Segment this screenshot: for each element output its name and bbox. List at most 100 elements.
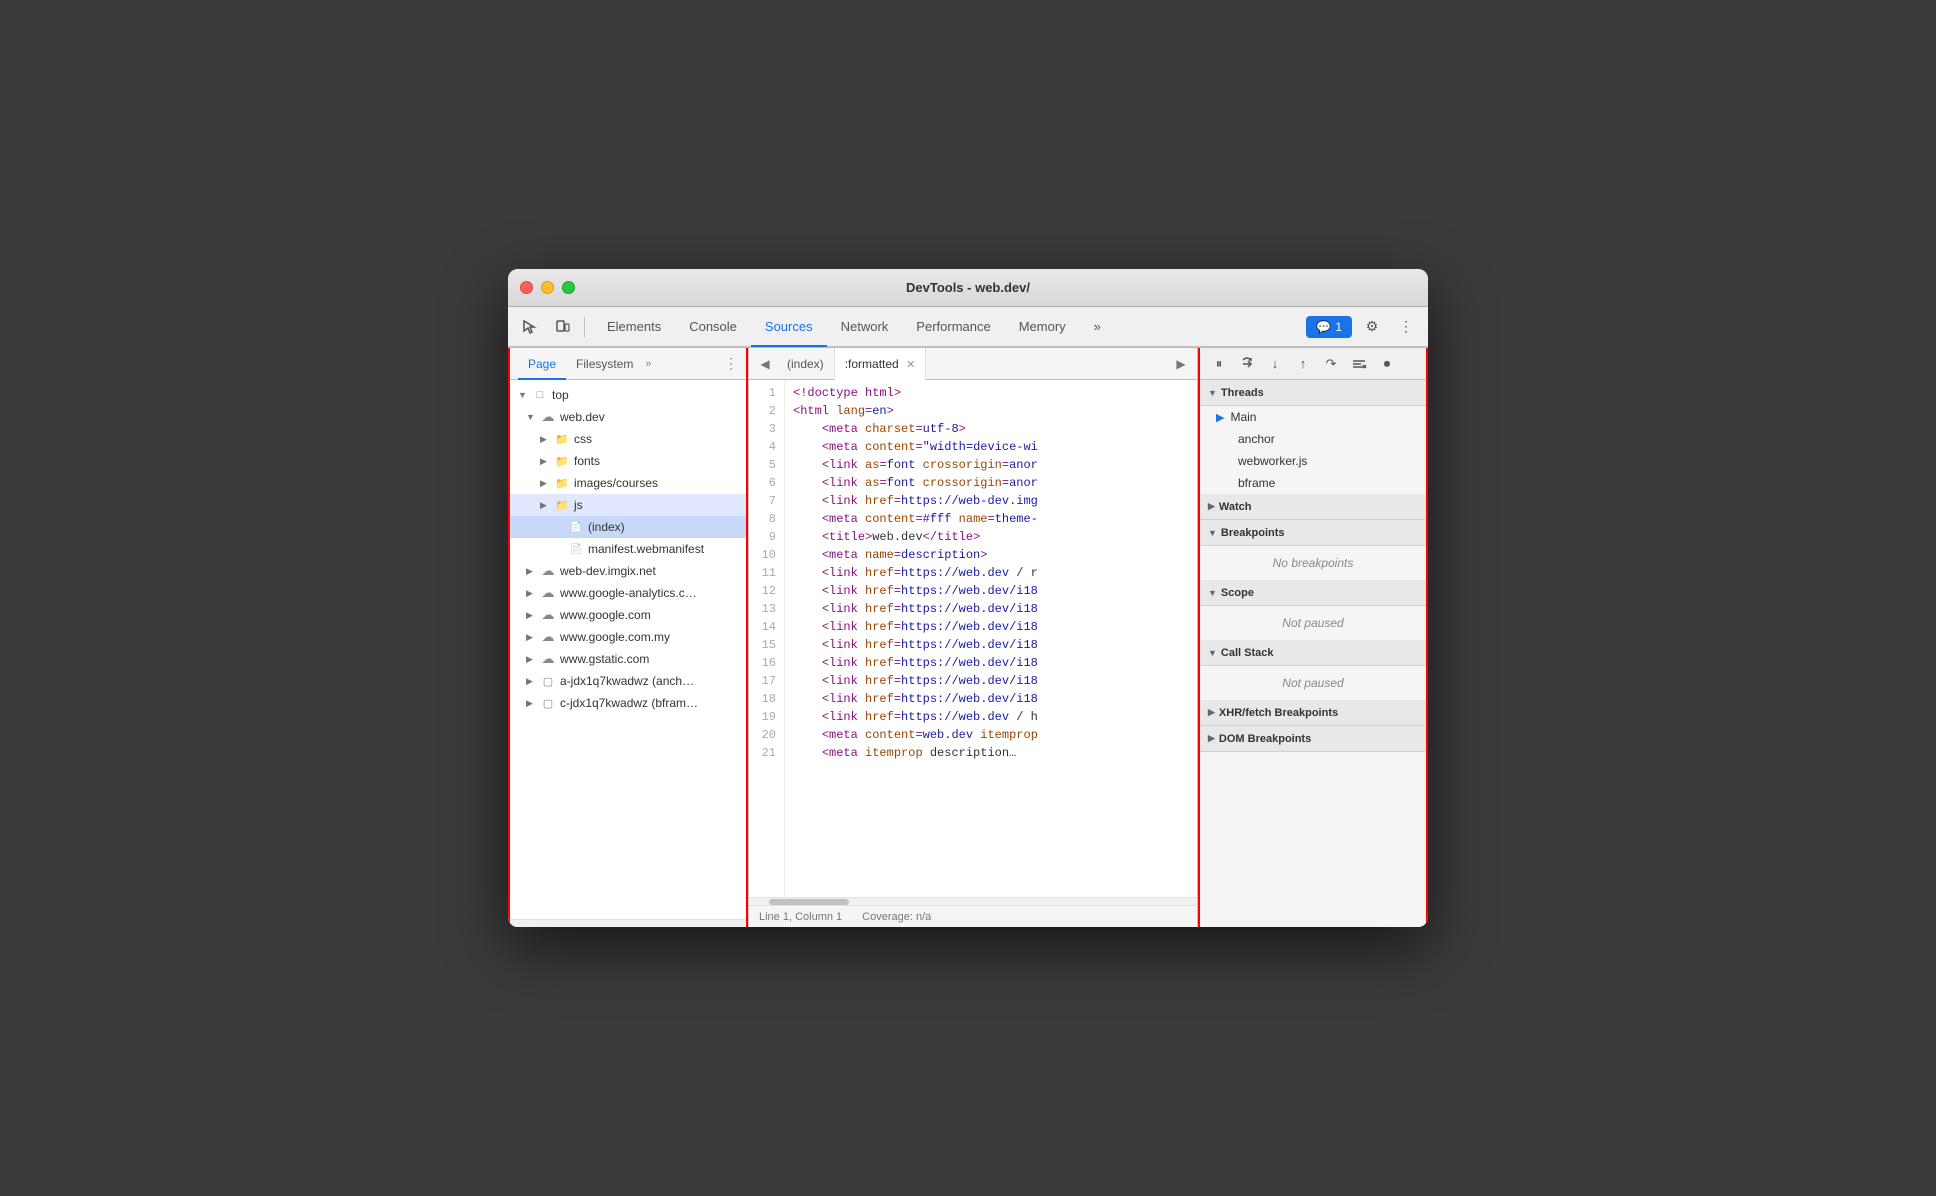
thread-name: anchor (1238, 432, 1275, 446)
tab-more[interactable]: » (1080, 307, 1115, 347)
tree-js[interactable]: ▶ 📁 js (510, 494, 746, 516)
folder-icon: 📁 (554, 497, 570, 513)
tree-google[interactable]: ▶ ☁ www.google.com (510, 604, 746, 626)
pause-button[interactable]: ⏸ (1206, 351, 1232, 377)
editor-scrollbar[interactable] (749, 897, 1197, 905)
tab-next-button[interactable]: ▶ (1169, 352, 1193, 376)
section-label: Threads (1221, 387, 1264, 399)
thread-webworker[interactable]: webworker.js (1200, 450, 1426, 472)
tree-fonts[interactable]: ▶ 📁 fonts (510, 450, 746, 472)
thread-name: webworker.js (1238, 454, 1307, 468)
file-icon: 📄 (568, 541, 584, 557)
arrow-icon: ▼ (518, 390, 532, 400)
file-icon: 📄 (568, 519, 584, 535)
tree-top[interactable]: ▼ □ top (510, 384, 746, 406)
step-out-button[interactable]: ↑ (1290, 351, 1316, 377)
thread-spacer (1216, 478, 1232, 488)
folder-icon: 📁 (554, 431, 570, 447)
tab-close-button[interactable]: ✕ (906, 359, 915, 371)
tree-item-label: (index) (588, 520, 625, 534)
callstack-content: Not paused (1200, 666, 1426, 700)
tree-webdev[interactable]: ▼ ☁ web.dev (510, 406, 746, 428)
more-options-button[interactable]: ⋮ (1392, 313, 1420, 341)
gear-icon: ⚙ (1366, 318, 1379, 335)
close-button[interactable] (520, 281, 533, 294)
messages-button[interactable]: 💬 1 (1306, 316, 1352, 338)
tree-analytics[interactable]: ▶ ☁ www.google-analytics.c… (510, 582, 746, 604)
arrow-icon: ▶ (540, 456, 554, 467)
arrow-icon (554, 522, 568, 532)
tree-manifest[interactable]: 📄 manifest.webmanifest (510, 538, 746, 560)
thread-main[interactable]: ▶ Main (1200, 406, 1426, 428)
tab-page[interactable]: Page (518, 348, 566, 380)
arrow-icon: ▶ (540, 478, 554, 489)
right-panel-scroll[interactable]: ▼ Threads ▶ Main anchor webworker.js (1200, 380, 1426, 927)
section-label: Watch (1219, 501, 1252, 513)
left-panel-menu[interactable]: ⋮ (724, 355, 738, 372)
section-label: XHR/fetch Breakpoints (1219, 707, 1338, 719)
minimize-button[interactable] (541, 281, 554, 294)
dont-pause-button[interactable]: ⏺ (1374, 351, 1400, 377)
tab-filesystem[interactable]: Filesystem (566, 348, 643, 380)
scrollbar-thumb[interactable] (769, 899, 849, 905)
tab-more-left[interactable]: » (645, 358, 651, 370)
tab-console[interactable]: Console (675, 307, 751, 347)
step-into-button[interactable]: ↓ (1262, 351, 1288, 377)
editor-tab-formatted[interactable]: :formatted ✕ (835, 348, 927, 380)
folder-icon: 📁 (554, 475, 570, 491)
debug-toolbar: ⏸ ↓ ↑ ↷ ⏺ (1200, 348, 1426, 380)
tree-index[interactable]: 📄 (index) (510, 516, 746, 538)
tree-bframe[interactable]: ▶ ▢ c-jdx1q7kwadwz (bfram… (510, 692, 746, 714)
scope-section-header[interactable]: ▼ Scope (1200, 580, 1426, 606)
xhr-section-header[interactable]: ▶ XHR/fetch Breakpoints (1200, 700, 1426, 726)
step-over-button[interactable] (1234, 351, 1260, 377)
deactivate-button[interactable] (1346, 351, 1372, 377)
code-line: <link href=https://web.dev / h (793, 708, 1189, 726)
more-icon: ⋮ (1399, 318, 1413, 335)
tree-imgix[interactable]: ▶ ☁ web-dev.imgix.net (510, 560, 746, 582)
tab-performance[interactable]: Performance (902, 307, 1004, 347)
toggle-device-button[interactable] (548, 313, 576, 341)
breakpoints-section-header[interactable]: ▼ Breakpoints (1200, 520, 1426, 546)
editor-tab-index[interactable]: (index) (777, 348, 835, 380)
tree-item-label: www.google-analytics.c… (560, 586, 697, 600)
tree-google-my[interactable]: ▶ ☁ www.google.com.my (510, 626, 746, 648)
tree-item-label: www.google.com (560, 608, 651, 622)
code-line: <meta charset=utf-8> (793, 420, 1189, 438)
no-breakpoints-text: No breakpoints (1200, 546, 1426, 580)
dom-section-header[interactable]: ▶ DOM Breakpoints (1200, 726, 1426, 752)
message-icon: 💬 (1316, 320, 1331, 334)
device-icon (554, 319, 570, 335)
step-button[interactable]: ↷ (1318, 351, 1344, 377)
tree-item-label: manifest.webmanifest (588, 542, 704, 556)
tree-css[interactable]: ▶ 📁 css (510, 428, 746, 450)
code-editor[interactable]: 12345 678910 1112131415 1617181920 21 <!… (749, 380, 1197, 897)
arrow-icon: ▶ (526, 566, 540, 577)
horizontal-scrollbar[interactable] (510, 919, 746, 927)
thread-spacer (1216, 434, 1232, 444)
tree-item-label: web.dev (560, 410, 605, 424)
tree-item-label: web-dev.imgix.net (560, 564, 656, 578)
thread-bframe[interactable]: bframe (1200, 472, 1426, 494)
tab-sources[interactable]: Sources (751, 307, 827, 347)
scope-content: Not paused (1200, 606, 1426, 640)
thread-anchor[interactable]: anchor (1200, 428, 1426, 450)
tree-images[interactable]: ▶ 📁 images/courses (510, 472, 746, 494)
tab-memory[interactable]: Memory (1005, 307, 1080, 347)
toolbar-right: 💬 1 ⚙ ⋮ (1306, 313, 1420, 341)
tree-item-label: www.google.com.my (560, 630, 670, 644)
inspect-element-button[interactable] (516, 313, 544, 341)
maximize-button[interactable] (562, 281, 575, 294)
tab-prev-button[interactable]: ◀ (753, 352, 777, 376)
callstack-section-header[interactable]: ▼ Call Stack (1200, 640, 1426, 666)
tree-anchor-frame[interactable]: ▶ ▢ a-jdx1q7kwadwz (anch… (510, 670, 746, 692)
settings-button[interactable]: ⚙ (1358, 313, 1386, 341)
cloud-icon: ☁ (540, 563, 556, 579)
threads-section-header[interactable]: ▼ Threads (1200, 380, 1426, 406)
tab-elements[interactable]: Elements (593, 307, 675, 347)
code-line: <link href=https://web.dev / r (793, 564, 1189, 582)
callstack-not-paused-text: Not paused (1200, 666, 1426, 700)
tab-network[interactable]: Network (827, 307, 903, 347)
tree-gstatic[interactable]: ▶ ☁ www.gstatic.com (510, 648, 746, 670)
watch-section-header[interactable]: ▶ Watch (1200, 494, 1426, 520)
